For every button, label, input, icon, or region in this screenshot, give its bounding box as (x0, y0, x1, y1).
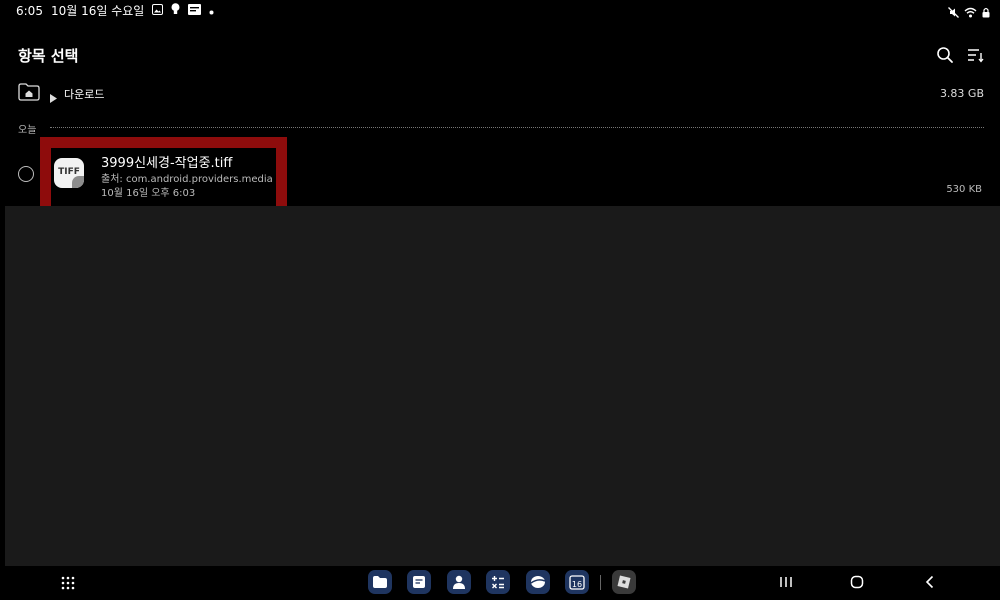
dock-contacts[interactable] (447, 570, 471, 594)
file-size: 530 KB (946, 184, 982, 195)
search-icon (936, 47, 954, 68)
home-button[interactable] (849, 574, 869, 592)
storage-size: 3.83 GB (939, 87, 984, 100)
dock-recent-app[interactable] (612, 570, 636, 594)
screenshot-icon (188, 3, 202, 18)
apps-grid-icon (60, 576, 76, 595)
status-bar: 6:05 10월 16일 수요일 (0, 0, 1000, 20)
wifi-icon (964, 3, 977, 22)
section-label-today: 오늘 (18, 125, 37, 136)
sort-button[interactable] (966, 46, 986, 66)
apps-button[interactable] (60, 575, 76, 591)
dock-notes[interactable] (407, 570, 431, 594)
breadcrumb-folder[interactable]: 다운로드 (64, 86, 104, 102)
status-right (948, 3, 990, 22)
calendar-day: 16 (572, 580, 582, 589)
home-folder-icon (18, 83, 40, 105)
page-title: 항목 선택 (18, 47, 79, 65)
status-time: 6:05 (16, 3, 43, 18)
bulb-icon (171, 3, 180, 18)
search-button[interactable] (936, 46, 956, 66)
select-radio[interactable] (18, 166, 34, 182)
breadcrumb: 다운로드 3.83 GB (18, 83, 984, 105)
home-icon (849, 575, 865, 594)
empty-list-area (5, 206, 1000, 566)
recents-icon (778, 575, 794, 594)
image-icon (152, 3, 164, 18)
breadcrumb-arrow-icon (50, 88, 57, 107)
sort-icon (966, 49, 984, 68)
back-button[interactable] (922, 574, 942, 592)
dock-calendar[interactable]: 16 (565, 570, 589, 594)
dock-separator (600, 575, 601, 590)
dock-my-files[interactable] (368, 570, 392, 594)
dock-calculator[interactable] (486, 570, 510, 594)
lock-icon (982, 3, 990, 22)
nav-bar: 16 (0, 566, 1000, 600)
home-folder-button[interactable] (18, 83, 40, 103)
dock-internet[interactable] (526, 570, 550, 594)
status-date: 10월 16일 수요일 (50, 4, 145, 18)
dot-icon (209, 4, 214, 18)
status-left: 6:05 10월 16일 수요일 (16, 2, 214, 19)
app-header: 항목 선택 (0, 36, 1000, 76)
back-icon (922, 575, 938, 594)
mute-icon (948, 3, 959, 22)
section-divider (50, 127, 984, 128)
recents-button[interactable] (778, 574, 798, 592)
